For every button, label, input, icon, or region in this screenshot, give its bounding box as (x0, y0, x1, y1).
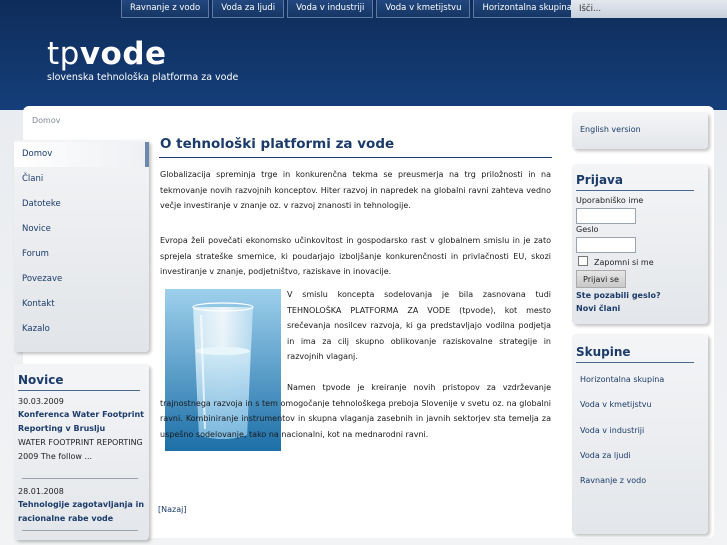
nav-horizontalna-skupina[interactable]: Horizontalna skupina (473, 0, 581, 18)
english-version-link[interactable]: English version (580, 125, 641, 134)
groups-box: Skupine Horizontalna skupina Voda v kmet… (572, 334, 708, 534)
login-button[interactable]: Prijavi se (576, 270, 626, 288)
group-link-horizontalna-skupina[interactable]: Horizontalna skupina (580, 375, 664, 384)
news-title-divider (18, 390, 140, 391)
site-logo[interactable]: tpvode (47, 36, 167, 72)
news-divider (22, 478, 138, 479)
nav-voda-v-kmetijstvu[interactable]: Voda v kmetijstvu (376, 0, 471, 18)
forgot-password-link[interactable]: Ste pozabili geslo? (576, 291, 661, 300)
menu-item-clani[interactable]: Člani (14, 167, 149, 192)
logo-part-vode: vode (79, 36, 167, 72)
title-divider (159, 157, 552, 158)
menu-item-novice[interactable]: Novice (14, 217, 149, 242)
login-title: Prijava (576, 173, 623, 187)
group-link-voda-za-ljudi[interactable]: Voda za ljudi (580, 451, 631, 460)
news-box: Novice 30.03.2009 Konferenca Water Footp… (14, 364, 149, 540)
password-field[interactable] (576, 237, 636, 253)
remember-me-label: Zapomni si me (594, 258, 654, 267)
menu-item-kontakt[interactable]: Kontakt (14, 292, 149, 317)
content-paragraph-3: V smislu koncepta sodelovanja je bila za… (287, 290, 551, 362)
news-excerpt: WATER FOOTPRINT REPORTING 2009 The follo… (18, 438, 143, 461)
news-date: 30.03.2009 (18, 397, 64, 406)
news-divider (22, 530, 138, 531)
groups-title: Skupine (576, 345, 631, 359)
menu-item-povezave[interactable]: Povezave (14, 267, 149, 292)
username-label: Uporabniško ime (576, 196, 644, 205)
login-box: Prijava Uporabniško ime Geslo Zapomni si… (572, 164, 708, 324)
english-version-box: English version (572, 112, 708, 149)
nav-ravnanje-z-vodo[interactable]: Ravnanje z vodo (121, 0, 210, 18)
remember-me-checkbox[interactable] (578, 256, 588, 266)
menu-item-datoteke[interactable]: Datoteke (14, 192, 149, 217)
top-nav: Ravnanje z vodo Voda za ljudi Voda v ind… (121, 0, 584, 18)
password-label: Geslo (576, 225, 599, 234)
site-tagline: slovenska tehnološka platforma za vode (47, 72, 239, 83)
username-field[interactable] (576, 208, 636, 224)
menu-item-forum[interactable]: Forum (14, 242, 149, 267)
nav-voda-v-industriji[interactable]: Voda v industriji (287, 0, 374, 18)
group-link-voda-v-industriji[interactable]: Voda v industriji (580, 426, 644, 435)
content-paragraph-1: Globalizacija spreminja trge in konkuren… (160, 170, 551, 211)
breadcrumb[interactable]: Domov (32, 116, 60, 125)
search-input[interactable]: Išči... (571, 0, 727, 18)
news-date: 28.01.2008 (18, 487, 64, 496)
group-link-voda-v-kmetijstvu[interactable]: Voda v kmetijstvu (580, 400, 652, 409)
news-headline[interactable]: Tehnologije zagotavljanja in racionalne … (18, 498, 148, 526)
group-link-ravnanje-z-vodo[interactable]: Ravnanje z vodo (580, 476, 646, 485)
back-link[interactable]: [Nazaj] (158, 505, 186, 514)
nav-voda-za-ljudi[interactable]: Voda za ljudi (212, 0, 285, 18)
new-members-link[interactable]: Novi člani (576, 304, 620, 313)
login-title-divider (576, 190, 694, 191)
left-menu: Domov Člani Datoteke Novice Forum Poveza… (14, 140, 149, 352)
menu-item-domov[interactable]: Domov (14, 142, 149, 167)
news-headline[interactable]: Konferenca Water Footprint Reporting v B… (18, 408, 144, 436)
content-paragraph-2: Evropa želi povečati ekonomsko učinkovit… (160, 236, 551, 277)
news-title: Novice (18, 373, 64, 387)
content-paragraph-4: Namen tpvode je kreiranje novih pristopo… (160, 383, 551, 439)
page-title: O tehnološki platformi za vode (160, 136, 395, 152)
groups-title-divider (576, 362, 694, 363)
menu-item-kazalo[interactable]: Kazalo (14, 317, 149, 342)
logo-part-tp: tp (47, 36, 80, 72)
